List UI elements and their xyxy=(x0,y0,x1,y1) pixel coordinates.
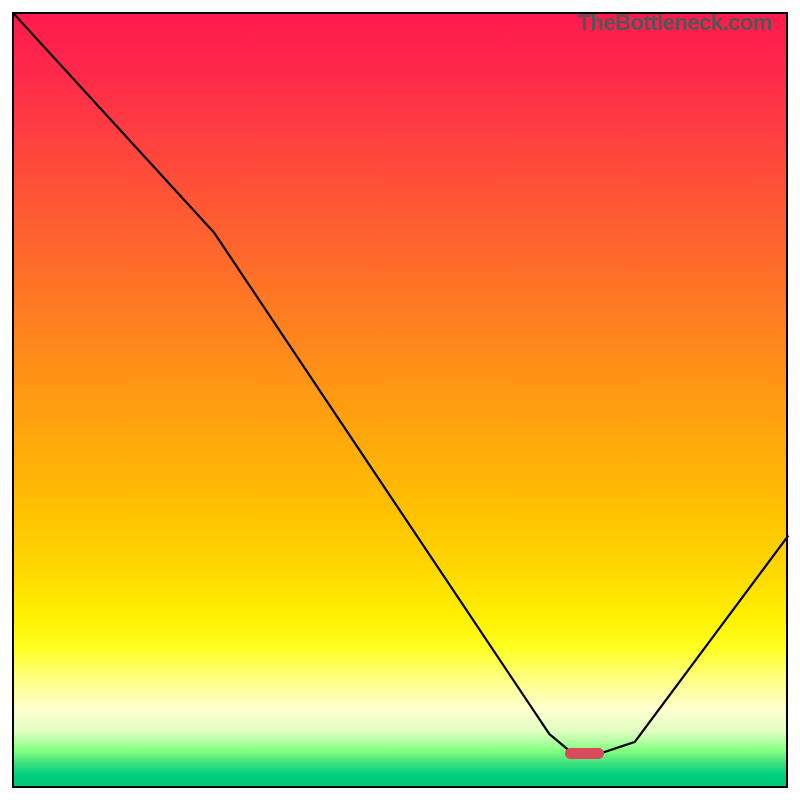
plot-area: TheBottleneck.com xyxy=(12,12,788,788)
chart-container: TheBottleneck.com xyxy=(0,0,800,800)
bottleneck-curve xyxy=(14,14,790,790)
optimum-marker xyxy=(565,748,604,758)
